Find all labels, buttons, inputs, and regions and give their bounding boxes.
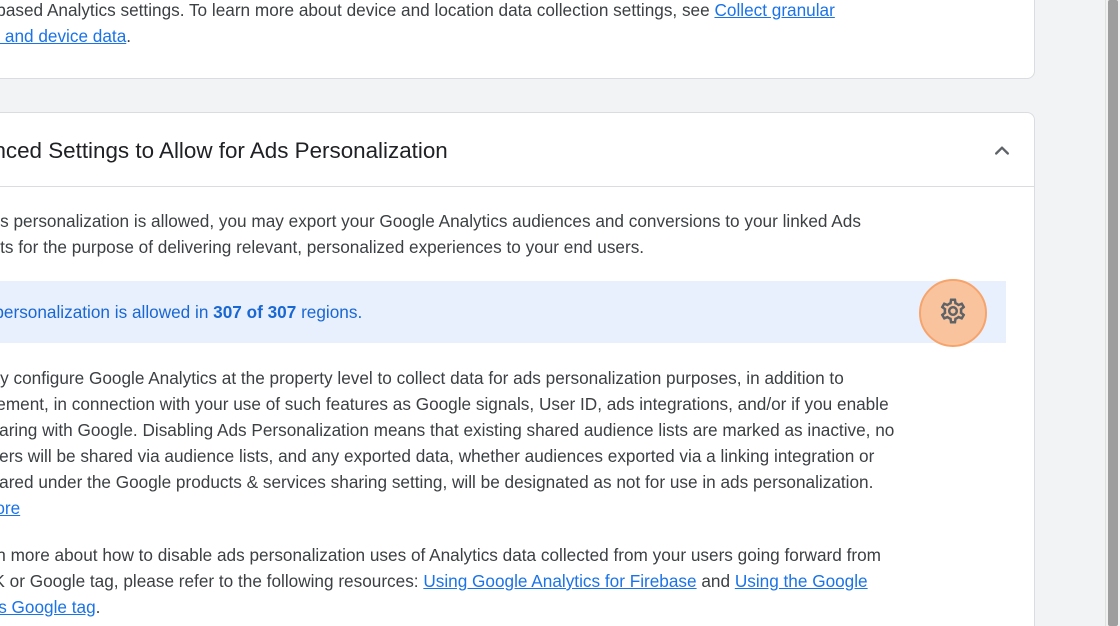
scrollbar-thumb[interactable]	[1108, 0, 1118, 626]
learn-more-link[interactable]: more	[0, 498, 20, 518]
body-line-4: users will be shared via audience lists,…	[0, 446, 875, 466]
regions-status-banner: s personalization is allowed in 307 of 3…	[0, 279, 1006, 347]
chevron-up-icon[interactable]	[988, 136, 1016, 164]
firebase-analytics-link[interactable]: Using Google Analytics for Firebase	[423, 571, 696, 591]
regions-status-text: s personalization is allowed in 307 of 3…	[0, 302, 363, 322]
scrollbar-track[interactable]	[1105, 0, 1120, 626]
section-divider	[0, 186, 1034, 187]
resources-line-1: arn more about how to disable ads person…	[0, 545, 881, 565]
collect-granular-link[interactable]: Collect granular	[714, 0, 834, 20]
body-line-1: nay configure Google Analytics at the pr…	[0, 368, 844, 388]
body-line-2: urement, in connection with your use of …	[0, 394, 889, 414]
resources-line-2: DK or Google tag, please refer to the fo…	[0, 571, 868, 591]
location-data-card: n-based Analytics settings. To learn mor…	[0, 0, 1035, 79]
regions-settings-button[interactable]	[919, 279, 987, 347]
body-line-5: shared under the Google products & servi…	[0, 472, 874, 492]
gear-icon	[938, 296, 968, 331]
intro-line-2: unts for the purpose of delivering relev…	[0, 237, 645, 257]
regions-count: 307 of 307	[213, 302, 297, 322]
ads-personalization-card: anced Settings to Allow for Ads Personal…	[0, 112, 1035, 626]
page: n-based Analytics settings. To learn mor…	[0, 0, 1120, 626]
learn-more-line: more	[0, 495, 20, 521]
location-data-text-line1: n-based Analytics settings. To learn mor…	[0, 0, 835, 23]
body-line-3: sharing with Google. Disabling Ads Perso…	[0, 420, 895, 440]
intro-line-1: ads personalization is allowed, you may …	[0, 211, 861, 231]
section-title: anced Settings to Allow for Ads Personal…	[0, 138, 448, 163]
google-tag-link[interactable]: Using the Google	[735, 571, 868, 591]
google-tag-link-continued[interactable]: tics Google tag	[0, 597, 96, 617]
resources-line-3: tics Google tag.	[0, 594, 100, 620]
device-data-link[interactable]: on and device data	[0, 26, 126, 46]
location-data-text: n-based Analytics settings. To learn mor…	[0, 0, 715, 20]
location-data-text-line2: on and device data.	[0, 23, 131, 49]
